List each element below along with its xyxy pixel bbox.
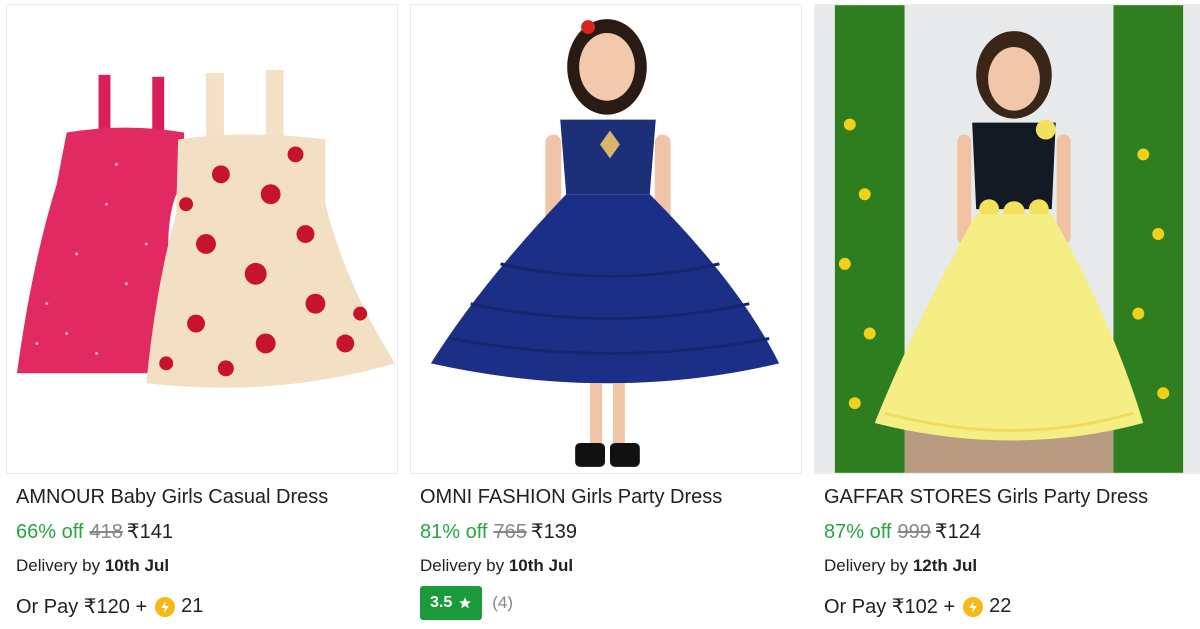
product-grid: AMNOUR Baby Girls Casual Dress 66% off 41… xyxy=(0,0,1200,629)
selling-price: ₹124 xyxy=(934,521,981,543)
discount-label: 87% off xyxy=(824,521,892,543)
dress-image-pink-floral xyxy=(16,69,396,388)
product-title[interactable]: GAFFAR STORES Girls Party Dress xyxy=(824,486,1148,509)
product-image[interactable] xyxy=(410,4,802,474)
selling-price: ₹139 xyxy=(530,521,577,543)
supercoin-icon xyxy=(155,596,176,617)
product-card[interactable]: OMNI FASHION Girls Party Dress 81% off 76… xyxy=(410,0,802,629)
pay-text: Or Pay ₹102 + xyxy=(824,596,956,618)
delivery-date: 10th Jul xyxy=(508,556,574,575)
dress-image-yellow-gown xyxy=(815,5,1200,473)
delivery-prefix: Delivery by xyxy=(420,556,505,575)
product-card[interactable]: AMNOUR Baby Girls Casual Dress 66% off 41… xyxy=(6,0,398,629)
supercoin-icon xyxy=(963,596,984,617)
coin-count: 21 xyxy=(181,595,204,617)
product-title[interactable]: OMNI FASHION Girls Party Dress xyxy=(420,486,722,509)
original-price: 418 xyxy=(89,521,123,543)
delivery-prefix: Delivery by xyxy=(824,556,909,575)
star-icon xyxy=(458,596,472,610)
discount-label: 81% off xyxy=(420,521,488,543)
coin-count: 22 xyxy=(989,595,1012,617)
product-image[interactable] xyxy=(6,4,398,474)
supercoin-offer: Or Pay ₹120 + 21 xyxy=(16,594,203,619)
pay-text: Or Pay ₹120 + xyxy=(16,596,148,618)
dress-image-navy-party xyxy=(430,19,780,467)
selling-price: ₹141 xyxy=(126,521,173,543)
delivery-info: Delivery by 12th Jul xyxy=(824,556,977,576)
rating-row: 3.5 (4) xyxy=(420,586,513,620)
product-card[interactable]: GAFFAR STORES Girls Party Dress 87% off 9… xyxy=(814,0,1200,629)
delivery-prefix: Delivery by xyxy=(16,556,101,575)
delivery-info: Delivery by 10th Jul xyxy=(16,556,169,576)
product-image[interactable] xyxy=(814,4,1200,474)
product-title[interactable]: AMNOUR Baby Girls Casual Dress xyxy=(16,486,328,509)
price-row: 66% off 418 ₹141 xyxy=(16,519,173,544)
delivery-date: 10th Jul xyxy=(104,556,170,575)
discount-label: 66% off xyxy=(16,521,84,543)
original-price: 999 xyxy=(897,521,931,543)
original-price: 765 xyxy=(493,521,527,543)
delivery-info: Delivery by 10th Jul xyxy=(420,556,573,576)
delivery-date: 12th Jul xyxy=(912,556,978,575)
price-row: 87% off 999 ₹124 xyxy=(824,519,981,544)
rating-badge: 3.5 xyxy=(420,586,483,620)
supercoin-offer: Or Pay ₹102 + 22 xyxy=(824,594,1011,619)
rating-count: (4) xyxy=(492,593,514,612)
rating-value: 3.5 xyxy=(430,594,453,611)
price-row: 81% off 765 ₹139 xyxy=(420,519,577,544)
